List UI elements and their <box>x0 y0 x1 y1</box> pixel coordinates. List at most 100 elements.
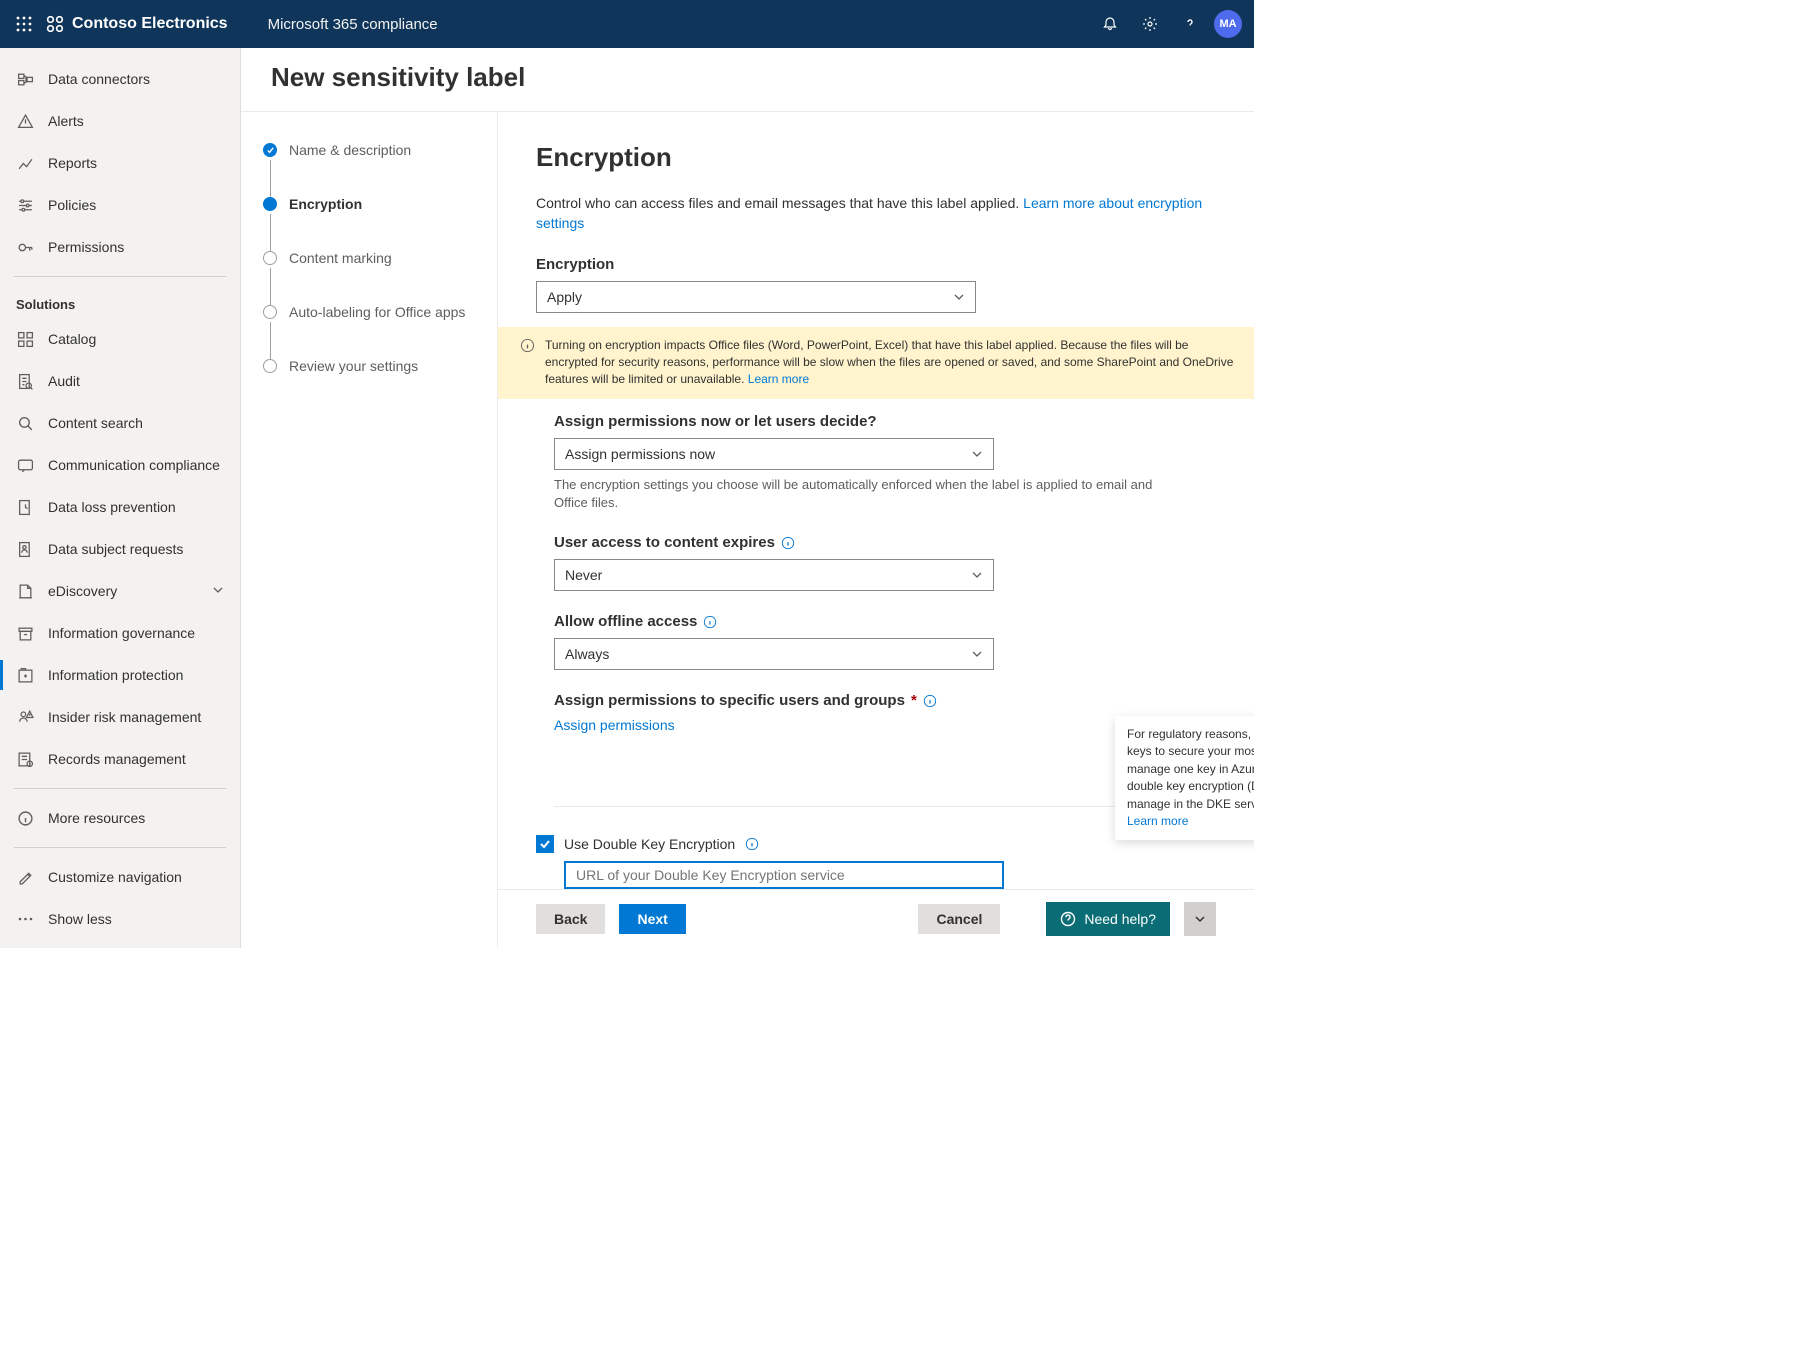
sidebar-item-data-connectors[interactable]: Data connectors <box>0 58 240 100</box>
sidebar-item-label: Policies <box>48 197 96 213</box>
info-icon[interactable] <box>703 615 717 629</box>
sidebar-item-data-loss-prevention[interactable]: Data loss prevention <box>0 486 240 528</box>
divider <box>14 847 226 848</box>
sidebar-item-policies[interactable]: Policies <box>0 184 240 226</box>
sidebar-item-show-less[interactable]: Show less <box>0 898 240 940</box>
show-less-icon <box>16 916 34 922</box>
sidebar-item-records-management[interactable]: Records management <box>0 738 240 780</box>
wizard-step[interactable]: Review your settings <box>263 358 475 374</box>
step-indicator <box>263 143 277 157</box>
info-icon <box>520 338 535 353</box>
sidebar-item-label: Permissions <box>48 239 124 255</box>
data-subject-requests-icon <box>16 541 34 558</box>
step-indicator <box>263 251 277 265</box>
information-protection-icon <box>16 667 34 684</box>
wizard-footer: Back Next Cancel Need help? <box>498 889 1254 948</box>
wizard-step[interactable]: Auto-labeling for Office apps <box>263 304 475 358</box>
records-management-icon <box>16 751 34 768</box>
wizard-step[interactable]: Encryption <box>263 196 475 250</box>
next-button[interactable]: Next <box>619 904 685 934</box>
sidebar-item-label: Catalog <box>48 331 96 347</box>
info-icon[interactable] <box>923 694 937 708</box>
encryption-label: Encryption <box>536 256 1216 273</box>
step-indicator <box>263 197 277 211</box>
allow-offline-label: Allow offline access <box>554 613 1216 630</box>
sidebar-item-label: Show less <box>48 911 112 927</box>
sidebar-item-content-search[interactable]: Content search <box>0 402 240 444</box>
sidebar-item-information-protection[interactable]: Information protection <box>0 654 240 696</box>
assign-permissions-select[interactable]: Assign permissions now <box>554 438 994 470</box>
reports-icon <box>16 155 34 172</box>
encryption-select[interactable]: Apply <box>536 281 976 313</box>
sidebar-item-label: Audit <box>48 373 80 389</box>
step-label: Review your settings <box>289 358 418 374</box>
avatar[interactable]: MA <box>1214 10 1242 38</box>
content-search-icon <box>16 415 34 432</box>
sidebar-item-label: Data subject requests <box>48 541 183 557</box>
divider <box>14 276 226 277</box>
chevron-down-icon <box>212 583 224 599</box>
assign-specific-label: Assign permissions to specific users and… <box>554 692 1216 709</box>
sidebar-item-customize-navigation[interactable]: Customize navigation <box>0 856 240 898</box>
app-name: Microsoft 365 compliance <box>268 16 438 33</box>
chevron-down-icon <box>953 291 965 303</box>
cancel-button[interactable]: Cancel <box>918 904 1000 934</box>
sidebar-item-data-subject-requests[interactable]: Data subject requests <box>0 528 240 570</box>
brand-logo-icon <box>46 15 64 33</box>
user-access-expires-select[interactable]: Never <box>554 559 994 591</box>
need-help-button[interactable]: Need help? <box>1046 902 1170 936</box>
waffle-icon[interactable] <box>8 8 40 40</box>
dke-url-input[interactable] <box>564 861 1004 889</box>
sidebar-item-more-resources[interactable]: More resources <box>0 797 240 839</box>
sidebar-item-ediscovery[interactable]: eDiscovery <box>0 570 240 612</box>
step-label: Auto-labeling for Office apps <box>289 304 465 320</box>
sidebar-item-alerts[interactable]: Alerts <box>0 100 240 142</box>
sidebar-item-reports[interactable]: Reports <box>0 142 240 184</box>
sidebar-item-label: More resources <box>48 810 145 826</box>
sidebar-item-label: Customize navigation <box>48 869 182 885</box>
brand-name: Contoso Electronics <box>72 15 228 33</box>
sidebar-item-permissions[interactable]: Permissions <box>0 226 240 268</box>
sidebar-item-catalog[interactable]: Catalog <box>0 318 240 360</box>
sidebar-item-label: Reports <box>48 155 97 171</box>
sidebar-item-audit[interactable]: Audit <box>0 360 240 402</box>
information-governance-icon <box>16 625 34 642</box>
help-icon[interactable] <box>1170 4 1210 44</box>
user-access-expires-label: User access to content expires <box>554 534 1216 551</box>
allow-offline-select[interactable]: Always <box>554 638 994 670</box>
learn-more-link[interactable]: Learn more <box>748 372 809 386</box>
dke-checkbox[interactable] <box>536 835 554 853</box>
info-icon[interactable] <box>781 536 795 550</box>
sidebar-item-label: Content search <box>48 415 143 431</box>
sidebar: Data connectors Alerts Reports Policies Perm… <box>0 48 241 948</box>
wizard-steps: Name & descriptionEncryption Content mark… <box>241 112 498 948</box>
sidebar-item-communication-compliance[interactable]: Communication compliance <box>0 444 240 486</box>
form-description: Control who can access files and email m… <box>536 193 1216 234</box>
wizard-step[interactable]: Name & description <box>263 142 475 196</box>
solutions-heading: Solutions <box>0 285 240 318</box>
chevron-down-icon <box>971 648 983 660</box>
back-button[interactable]: Back <box>536 904 605 934</box>
form-area: Encryption Control who can access files … <box>498 112 1254 889</box>
info-icon[interactable] <box>745 837 759 851</box>
step-label: Encryption <box>289 196 362 212</box>
sidebar-item-insider-risk-management[interactable]: Insider risk management <box>0 696 240 738</box>
learn-more-link[interactable]: Learn more <box>1127 814 1188 828</box>
assign-permissions-link[interactable]: Assign permissions <box>554 717 675 733</box>
wizard-step[interactable]: Content marking <box>263 250 475 304</box>
sidebar-item-label: Information governance <box>48 625 195 641</box>
chevron-down-icon <box>971 448 983 460</box>
sidebar-item-label: Alerts <box>48 113 84 129</box>
sidebar-item-information-governance[interactable]: Information governance <box>0 612 240 654</box>
alerts-icon <box>16 113 34 130</box>
customize-navigation-icon <box>16 869 34 886</box>
sidebar-item-label: eDiscovery <box>48 583 117 599</box>
need-help-chevron[interactable] <box>1184 902 1216 936</box>
notifications-icon[interactable] <box>1090 4 1130 44</box>
page-title: New sensitivity label <box>241 48 1254 111</box>
sidebar-item-label: Data connectors <box>48 71 150 87</box>
sidebar-item-label: Communication compliance <box>48 457 220 473</box>
brand: Contoso Electronics <box>46 15 228 33</box>
data-connectors-icon <box>16 71 34 88</box>
settings-icon[interactable] <box>1130 4 1170 44</box>
